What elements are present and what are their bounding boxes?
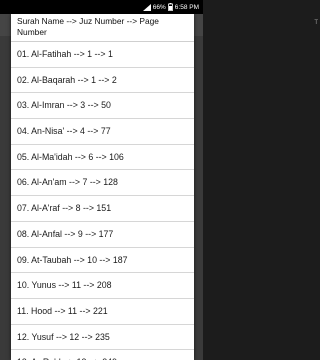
surah-list-item[interactable]: 04. An-Nisa' --> 4 --> 77	[11, 119, 194, 145]
surah-list-dialog: Surah Name --> Juz Number --> Page Numbe…	[11, 14, 194, 360]
surah-list-item[interactable]: 07. Al-A'raf --> 8 --> 151	[11, 196, 194, 222]
surah-list-item[interactable]: 05. Al-Ma'idah --> 6 --> 106	[11, 145, 194, 171]
surah-list-item[interactable]: 12. Yusuf --> 12 --> 235	[11, 325, 194, 351]
surah-list-item[interactable]: 08. Al-Anfal --> 9 --> 177	[11, 222, 194, 248]
surah-list-item[interactable]: 06. Al-An'am --> 7 --> 128	[11, 170, 194, 197]
surah-list-item[interactable]: 03. Al-Imran --> 3 --> 50	[11, 93, 194, 120]
battery-icon	[167, 3, 173, 11]
surah-list-item[interactable]: 13. Ar-Ra'd --> 12 --> 249	[11, 350, 194, 360]
surah-list-item[interactable]: 01. Al-Fatihah --> 1 --> 1	[11, 42, 194, 68]
surah-list-item[interactable]: 10. Yunus --> 11 --> 208	[11, 273, 194, 299]
surah-list-item[interactable]: 11. Hood --> 11 --> 221	[11, 299, 194, 325]
surah-list[interactable]: 01. Al-Fatihah --> 1 --> 1 02. Al-Baqara…	[11, 42, 194, 360]
signal-icon	[142, 3, 151, 11]
clock: 6:58 PM	[174, 3, 199, 11]
status-bar: 66% 6:58 PM	[0, 0, 203, 14]
battery-percent: 66%	[152, 3, 166, 11]
surah-list-item[interactable]: 09. At-Taubah --> 10 --> 187	[11, 248, 194, 274]
surah-list-item[interactable]: 02. Al-Baqarah --> 1 --> 2	[11, 68, 194, 94]
background-toolbar-text: T	[314, 20, 318, 26]
dialog-header: Surah Name --> Juz Number --> Page Numbe…	[11, 14, 194, 42]
